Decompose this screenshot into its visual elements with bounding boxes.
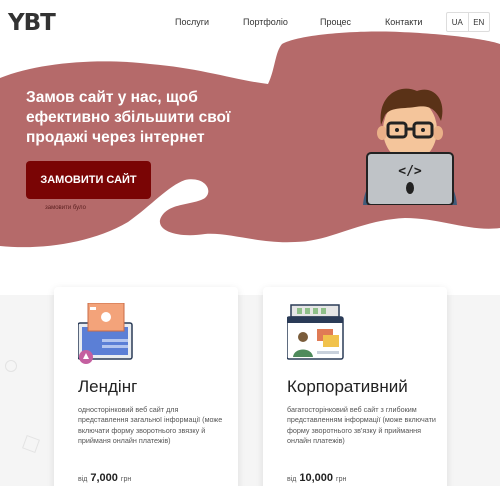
service-description: односторінковий веб сайт для представлен… bbox=[78, 405, 223, 446]
price-currency: грн bbox=[120, 476, 132, 483]
corporate-site-icon bbox=[287, 304, 344, 360]
order-site-button[interactable]: ЗАМОВИТИ САЙТ bbox=[26, 161, 151, 199]
nav-link-process[interactable]: Процес bbox=[320, 17, 351, 27]
nav-link-services[interactable]: Послуги bbox=[175, 17, 209, 27]
nav-link-contacts[interactable]: Контакти bbox=[385, 17, 422, 27]
developer-illustration: </> bbox=[363, 88, 457, 205]
lang-option-ua[interactable]: UA bbox=[447, 13, 468, 31]
svg-text:</>: </> bbox=[398, 164, 422, 179]
decorative-circle bbox=[5, 360, 17, 372]
service-price: від 7,000 грн bbox=[78, 472, 131, 484]
price-prefix: від bbox=[287, 476, 297, 483]
main-nav: Послуги Портфоліо Процес Контакти bbox=[0, 17, 500, 29]
hero-title: Замов сайт у нас, щоб ефективно збільшит… bbox=[26, 89, 231, 147]
nav-link-portfolio[interactable]: Портфоліо bbox=[243, 17, 288, 27]
price-currency: грн bbox=[336, 476, 347, 483]
service-price: від 10,000 грн bbox=[287, 472, 346, 484]
service-description: багатосторінковий веб сайт з глибоким пр… bbox=[287, 405, 436, 446]
service-card-corporate[interactable]: Корпоративний багатосторінковий веб сайт… bbox=[263, 287, 447, 486]
landing-page-icon bbox=[78, 303, 133, 364]
cta-note: замовити було bbox=[45, 205, 86, 211]
price-value: 7,000 bbox=[90, 472, 118, 484]
service-title: Корпоративний bbox=[287, 377, 408, 396]
lang-option-en[interactable]: EN bbox=[467, 13, 490, 31]
language-switcher: UA EN bbox=[446, 12, 490, 32]
service-title: Лендінг bbox=[78, 377, 138, 396]
service-card-landing[interactable]: Лендінг односторінковий веб сайт для пре… bbox=[54, 287, 238, 486]
price-value: 10,000 bbox=[299, 472, 334, 484]
price-prefix: від bbox=[78, 476, 88, 483]
